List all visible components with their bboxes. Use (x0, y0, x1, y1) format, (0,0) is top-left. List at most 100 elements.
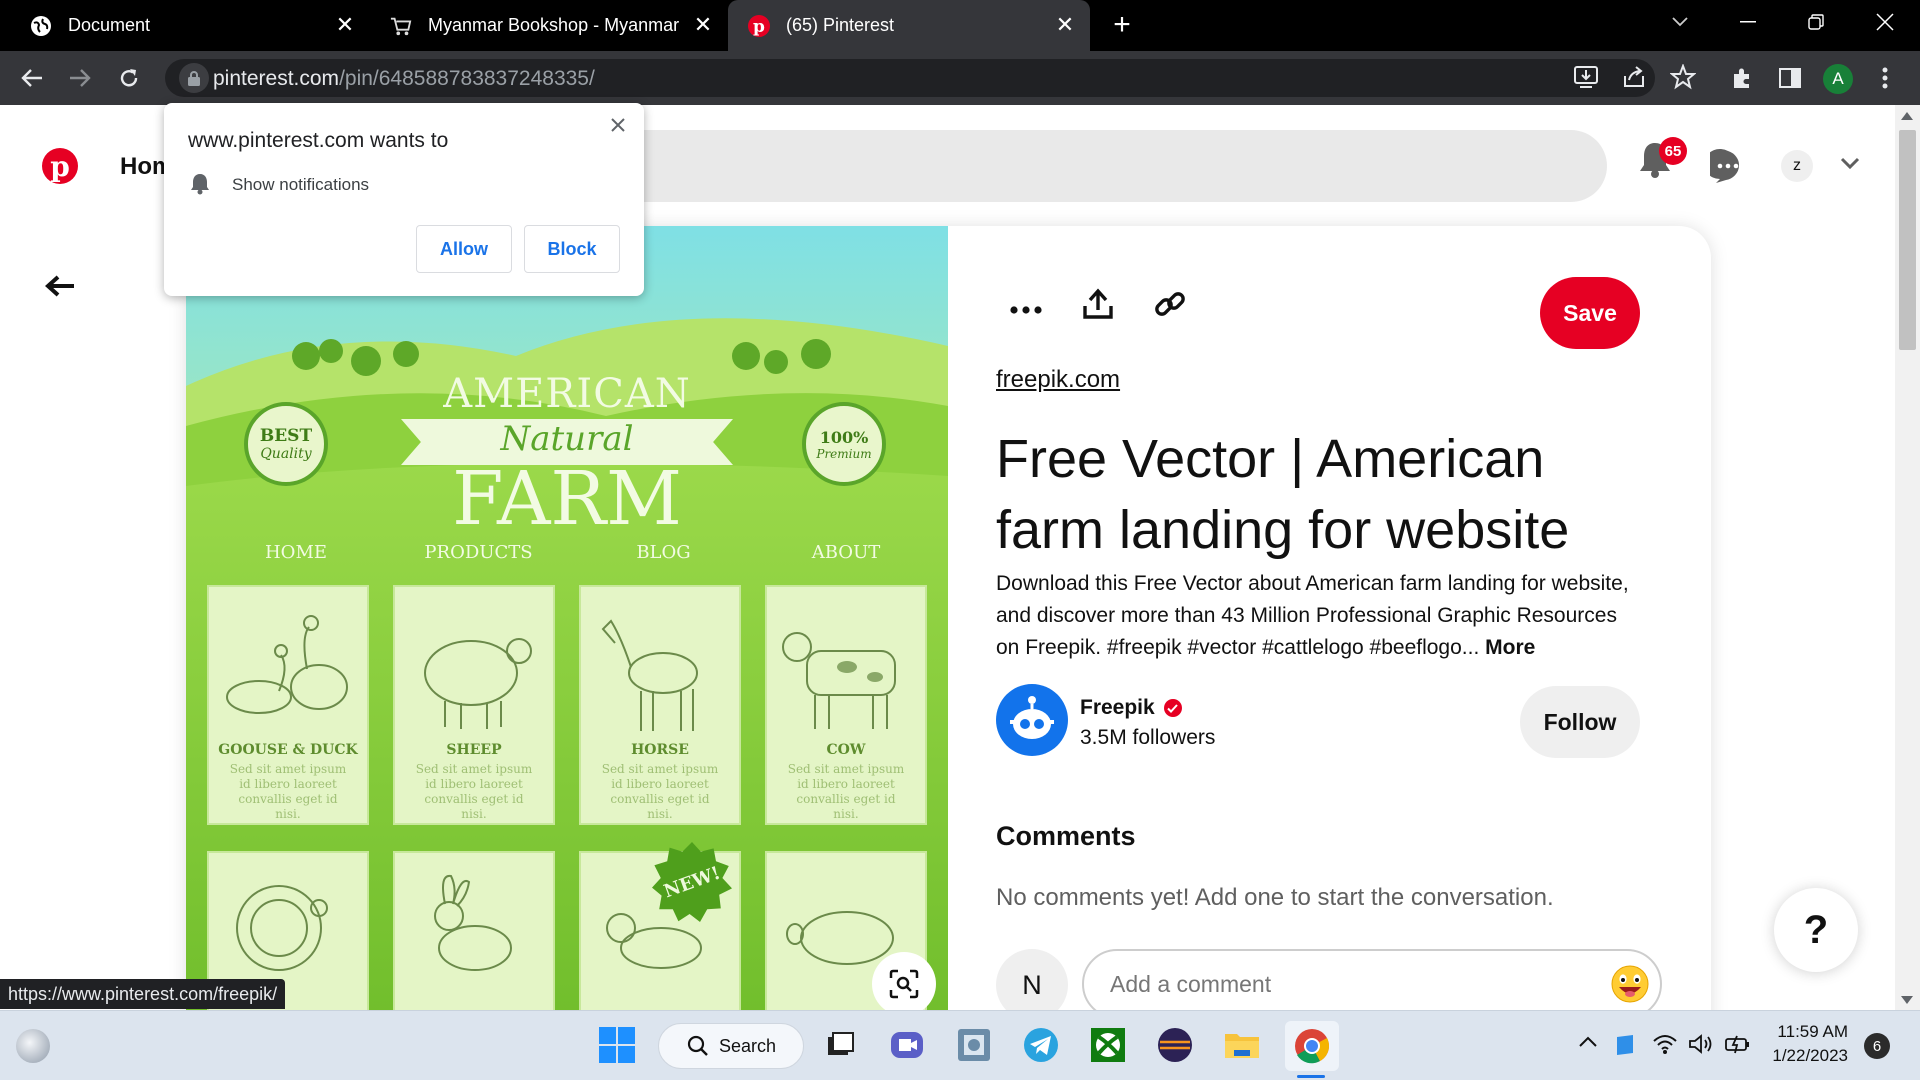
teams-chat-icon[interactable] (887, 1025, 927, 1065)
volume-icon[interactable] (1688, 1033, 1714, 1060)
close-icon[interactable]: ✕ (334, 12, 356, 37)
block-button[interactable]: Block (524, 225, 620, 273)
search-input[interactable] (560, 130, 1607, 202)
windows-start-icon[interactable] (599, 1027, 635, 1068)
user-avatar[interactable]: z (1781, 150, 1813, 182)
windows-taskbar: Search 11:59 AM 1/22/2023 6 (0, 1010, 1920, 1080)
bookmark-star-icon[interactable] (1669, 63, 1697, 95)
clock-time[interactable]: 11:59 AM (1760, 1022, 1848, 1042)
tray-overflow-icon[interactable] (1578, 1035, 1598, 1053)
reload-icon[interactable] (113, 62, 145, 94)
page-scrollbar[interactable] (1895, 105, 1920, 1010)
restore-icon[interactable] (1786, 0, 1846, 44)
browser-tab-strip: Document ✕ Myanmar Bookshop - Myanmar B … (0, 0, 1920, 51)
scroll-up-icon[interactable] (1901, 112, 1913, 120)
chevron-down-icon[interactable] (1840, 157, 1860, 176)
forward-icon[interactable] (64, 62, 96, 94)
visual-search-button[interactable] (872, 952, 936, 1016)
pin-details: Save freepik.com Free Vector | American … (996, 226, 1686, 1056)
comment-input[interactable]: Add a comment (1082, 949, 1662, 1019)
clock-date[interactable]: 1/22/2023 (1760, 1046, 1848, 1066)
popup-title: www.pinterest.com wants to (188, 129, 449, 152)
extensions-icon[interactable] (1726, 62, 1758, 94)
eclipse-icon[interactable] (1155, 1025, 1195, 1065)
allow-button[interactable]: Allow (416, 225, 512, 273)
close-icon[interactable]: ✕ (692, 12, 714, 37)
scroll-down-icon[interactable] (1901, 996, 1913, 1004)
xbox-icon[interactable] (1088, 1025, 1128, 1065)
lock-icon[interactable] (179, 63, 209, 93)
scrollbar-thumb[interactable] (1899, 130, 1916, 350)
file-explorer-icon[interactable] (1222, 1025, 1262, 1065)
back-icon[interactable] (16, 62, 48, 94)
creator-avatar[interactable] (996, 684, 1068, 756)
telegram-icon[interactable] (1021, 1025, 1061, 1065)
back-arrow-icon[interactable] (44, 274, 76, 303)
visual-search-icon (889, 969, 919, 999)
creator-name[interactable]: Freepik (1080, 696, 1155, 720)
image-nav-item: PRODUCTS (424, 542, 533, 563)
pin-card: BEST Quality 100% Premium AMERICAN Natur… (186, 226, 1711, 1056)
close-window-icon[interactable] (1855, 0, 1915, 44)
url-text: pinterest.com/pin/648588783837248335/ (213, 67, 595, 91)
task-view-icon[interactable] (820, 1025, 860, 1065)
side-panel-icon[interactable] (1774, 62, 1806, 94)
notification-center-badge[interactable]: 6 (1864, 1033, 1890, 1059)
app-icon[interactable] (954, 1025, 994, 1065)
new-badge-text: NEW! (661, 862, 723, 902)
browser-toolbar: pinterest.com/pin/648588783837248335/ A (0, 51, 1920, 105)
share-icon[interactable] (1621, 65, 1647, 94)
help-button[interactable]: ? (1774, 888, 1858, 972)
chrome-taskbar-button[interactable] (1285, 1021, 1339, 1071)
tab-title: (65) Pinterest (786, 15, 895, 35)
close-icon[interactable] (606, 113, 630, 137)
search-icon (687, 1035, 708, 1056)
messages-icon[interactable] (1704, 149, 1746, 190)
pin-image[interactable]: BEST Quality 100% Premium AMERICAN Natur… (186, 226, 948, 1056)
weather-widget-icon[interactable] (16, 1029, 50, 1063)
source-link[interactable]: freepik.com (996, 366, 1120, 394)
animal-card: SHEEP Sed sit amet ipsum id libero laore… (393, 585, 555, 825)
new-tab-button[interactable]: + (1106, 8, 1138, 42)
freepik-logo-icon (1010, 696, 1054, 739)
image-nav-item: HOME (264, 542, 328, 563)
animal-card: COW Sed sit amet ipsum id libero laoreet… (765, 585, 927, 825)
banner-title: AMERICAN (443, 371, 691, 417)
minimize-icon[interactable] (1718, 0, 1778, 44)
pin-description: Download this Free Vector about American… (996, 568, 1646, 664)
close-icon[interactable]: ✕ (1054, 12, 1076, 37)
animal-desc: Sed sit amet ipsum id libero laoreet con… (229, 762, 347, 821)
creator-name-row: Freepik (1080, 696, 1182, 720)
battery-icon[interactable] (1724, 1033, 1752, 1060)
animal-name: GOOUSE & DUCK (218, 742, 358, 758)
comments-heading: Comments (996, 821, 1136, 851)
active-app-indicator (1297, 1075, 1325, 1078)
tab-document[interactable]: Document ✕ (0, 0, 370, 51)
save-button[interactable]: Save (1540, 277, 1640, 349)
more-options-icon[interactable] (1010, 301, 1042, 319)
more-link[interactable]: More (1485, 636, 1535, 659)
tab-pinterest[interactable]: p (65) Pinterest ✕ (728, 0, 1090, 51)
tab-search-icon[interactable] (1650, 0, 1710, 44)
url-host: pinterest.com (213, 67, 340, 90)
animal-card: HORSE Sed sit amet ipsum id libero laore… (579, 585, 741, 825)
emoji-icon[interactable] (1610, 964, 1650, 1004)
chrome-icon (1295, 1029, 1329, 1064)
image-nav-item: ABOUT (811, 542, 881, 563)
animal-desc: Sed sit amet ipsum id libero laoreet con… (601, 762, 719, 821)
image-nav: HOME PRODUCTS BLOG ABOUT (206, 542, 948, 563)
copy-link-icon[interactable] (1154, 288, 1186, 325)
address-bar[interactable]: pinterest.com/pin/648588783837248335/ (165, 59, 1697, 97)
profile-avatar[interactable]: A (1823, 64, 1853, 94)
wifi-icon[interactable] (1652, 1033, 1678, 1060)
animal-desc: Sed sit amet ipsum id libero laoreet con… (787, 762, 905, 821)
tab-myanmar-bookshop[interactable]: Myanmar Bookshop - Myanmar B ✕ (370, 0, 728, 51)
globe-icon (30, 15, 52, 37)
meet-now-icon[interactable] (1614, 1033, 1636, 1062)
follow-button[interactable]: Follow (1520, 686, 1640, 758)
install-app-icon[interactable] (1573, 65, 1599, 94)
taskbar-search[interactable]: Search (658, 1023, 804, 1069)
share-icon[interactable] (1083, 288, 1113, 325)
more-menu-icon[interactable] (1869, 62, 1901, 94)
pinterest-logo-icon[interactable]: p (42, 148, 78, 184)
